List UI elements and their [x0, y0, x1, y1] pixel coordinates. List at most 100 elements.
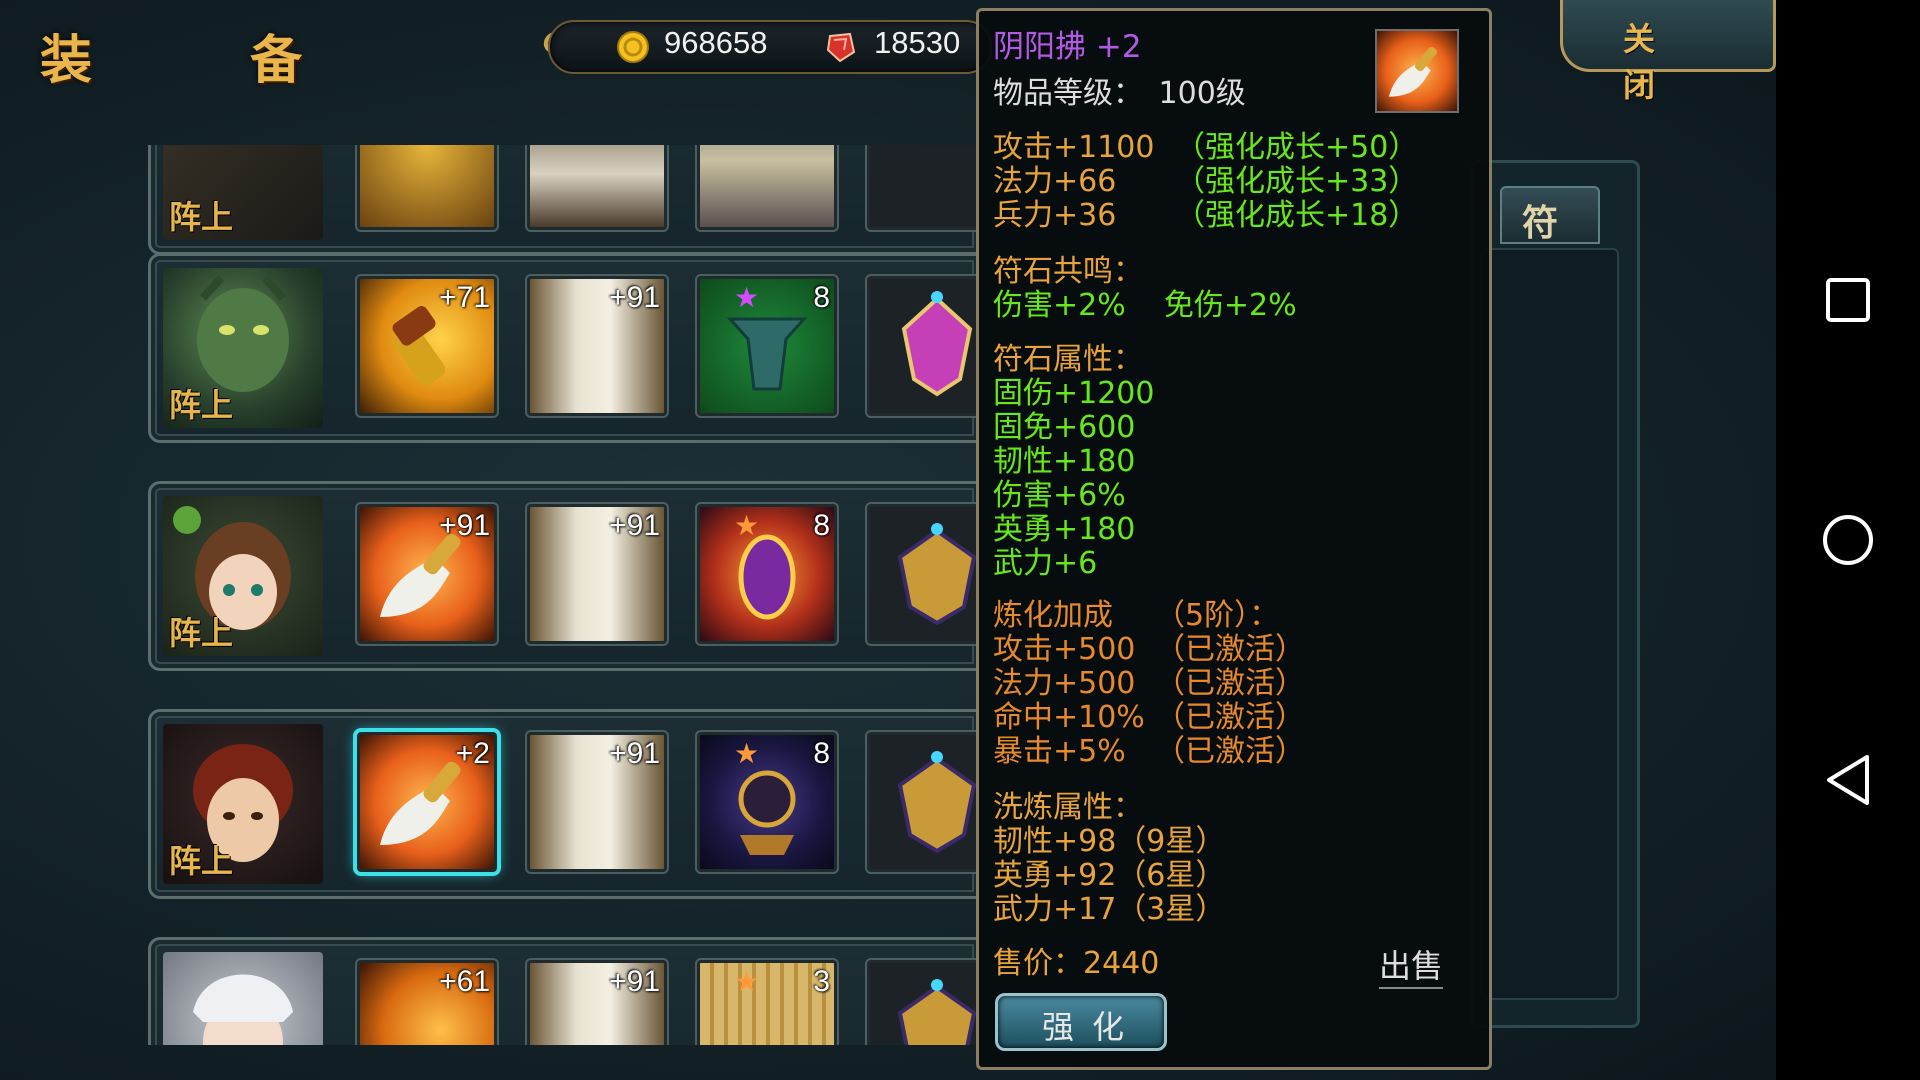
- rune-slot[interactable]: ★ 3: [695, 958, 839, 1045]
- home-button[interactable]: [1776, 490, 1920, 590]
- enhance-level: +2: [455, 737, 490, 770]
- star-icon: ★: [734, 737, 760, 770]
- strengthen-button[interactable]: 强化: [995, 993, 1167, 1051]
- price-value: 2440: [1083, 946, 1160, 981]
- refine-stat: 暴击+5%: [993, 734, 1126, 769]
- weapon-slot[interactable]: +71: [355, 274, 499, 418]
- armor-slot[interactable]: +91: [525, 274, 669, 418]
- resonance-line: 伤害+2% 免伤+2%: [993, 288, 1297, 323]
- hero-row: 阵上 +2 +91 ★ 8: [148, 709, 978, 899]
- hero-row: 阵上 +91 +91 ★ 8: [148, 481, 978, 671]
- weapon-slot-selected[interactable]: +2: [353, 728, 501, 876]
- refine-state: （已激活）: [1155, 666, 1305, 701]
- lineup-status-label: 阵上: [169, 614, 234, 652]
- wash-stat: 武力+17（3星）: [993, 892, 1226, 927]
- enhance-level: +91: [439, 509, 490, 542]
- lineup-status-label: 阵上: [169, 386, 234, 424]
- rune-attr-title: 符石属性：: [993, 342, 1143, 377]
- hero-portrait[interactable]: 阵上: [163, 268, 323, 428]
- enhance-level: +71: [439, 281, 490, 314]
- armor-slot[interactable]: +91: [525, 730, 669, 874]
- pink-emblem-icon: [901, 291, 973, 397]
- item-icon: [1375, 29, 1459, 113]
- gold-emblem-icon: [897, 979, 977, 1045]
- badge-slot[interactable]: [865, 274, 978, 418]
- hero-portrait[interactable]: 阵上: [163, 496, 323, 656]
- rune-count: 8: [813, 281, 830, 314]
- star-icon: ★: [734, 509, 760, 542]
- hero-portrait[interactable]: 阵上: [163, 724, 323, 884]
- rune-slot[interactable]: ★ 8: [695, 730, 839, 874]
- square-icon: [1826, 278, 1870, 322]
- wash-stat: 韧性+98（9星）: [993, 824, 1226, 859]
- base-stat-growth: （强化成长+50）: [1175, 130, 1419, 165]
- weapon-slot[interactable]: +91: [355, 502, 499, 646]
- rune-slot[interactable]: ★ 8: [695, 502, 839, 646]
- badge-slot[interactable]: [865, 730, 978, 874]
- badge-slot[interactable]: [865, 145, 978, 232]
- rune-stat: 武力+6: [993, 546, 1098, 581]
- tab-rune[interactable]: 符: [1500, 186, 1600, 244]
- hero-portrait[interactable]: [163, 952, 323, 1045]
- hero-row: +61 +91 ★ 3: [148, 937, 978, 1045]
- page-title: 装 备: [40, 30, 373, 91]
- item-level-label: 物品等级：: [993, 76, 1143, 111]
- tab-rune-label: 符: [1522, 202, 1559, 244]
- weapon-slot[interactable]: +61: [355, 958, 499, 1045]
- badge-slot[interactable]: [865, 958, 978, 1045]
- refine-stat: 攻击+500: [993, 632, 1136, 667]
- back-button[interactable]: [1776, 730, 1920, 830]
- gold-amount: 968658: [664, 25, 768, 60]
- badge-slot[interactable]: [865, 502, 978, 646]
- enhance-level: +91: [609, 737, 660, 770]
- item-name: 阴阳拂 +2: [993, 29, 1142, 65]
- enhance-level: +61: [439, 965, 490, 998]
- rune-count: 8: [813, 509, 830, 542]
- base-stat: 攻击+1100: [993, 130, 1155, 165]
- star-icon: ★: [734, 281, 760, 314]
- refine-stat: 法力+500: [993, 666, 1136, 701]
- lineup-status-label: 阵上: [169, 842, 234, 880]
- hero-row: 阵上 +71 +91 ★ 8: [148, 253, 978, 443]
- sell-button[interactable]: 出售: [1379, 941, 1444, 989]
- refine-state: （已激活）: [1155, 700, 1305, 735]
- close-button[interactable]: 关 闭: [1560, 0, 1776, 104]
- star-icon: ★: [734, 965, 760, 998]
- refine-state: （已激活）: [1155, 632, 1305, 667]
- armor-slot[interactable]: +91: [525, 958, 669, 1045]
- wash-stat: 英勇+92（6星）: [993, 858, 1226, 893]
- accessory-slot[interactable]: [695, 145, 839, 232]
- gem-amount: 18530: [874, 25, 961, 60]
- hero-equipment-list[interactable]: 阵上 阵上 +71 +91 ★ 8 阵上 +91 +91 ★ 8 阵上 +2 +…: [148, 145, 978, 1045]
- base-stat: 兵力+36: [993, 198, 1117, 233]
- rune-count: 3: [813, 965, 830, 998]
- refine-stat: 命中+10%: [993, 700, 1145, 735]
- side-panel-content: [1480, 248, 1619, 1000]
- base-stat: 法力+66: [993, 164, 1117, 199]
- rune-stat: 伤害+6%: [993, 478, 1126, 513]
- price-row: 售价：2440: [993, 947, 1159, 981]
- gold-coin-icon: [617, 31, 649, 63]
- rune-slot[interactable]: ★ 8: [695, 274, 839, 418]
- hero-row: 阵上: [148, 145, 978, 255]
- enhance-level: +91: [609, 965, 660, 998]
- white-hair-hero-icon: [193, 974, 293, 1045]
- gold-emblem-icon: [897, 751, 977, 854]
- recent-apps-button[interactable]: [1776, 250, 1920, 350]
- system-navigation-bar: [1776, 0, 1920, 1080]
- rune-stat: 固免+600: [993, 410, 1136, 445]
- circle-icon: [1823, 515, 1873, 565]
- wash-title: 洗炼属性：: [993, 790, 1143, 825]
- rune-stat: 韧性+180: [993, 444, 1136, 479]
- weapon-slot[interactable]: [355, 145, 499, 232]
- strengthen-button-label: 强化: [1042, 1008, 1143, 1046]
- hero-portrait[interactable]: 阵上: [163, 145, 323, 240]
- triangle-back-icon: [1827, 755, 1869, 805]
- armor-slot[interactable]: [525, 145, 669, 232]
- item-level-row: 物品等级： 100级: [993, 77, 1246, 111]
- refine-tier: （5阶）：: [1155, 598, 1280, 633]
- resonance-title: 符石共鸣：: [993, 254, 1143, 289]
- refine-title: 炼化加成: [993, 598, 1113, 633]
- enhance-level: +91: [609, 281, 660, 314]
- armor-slot[interactable]: +91: [525, 502, 669, 646]
